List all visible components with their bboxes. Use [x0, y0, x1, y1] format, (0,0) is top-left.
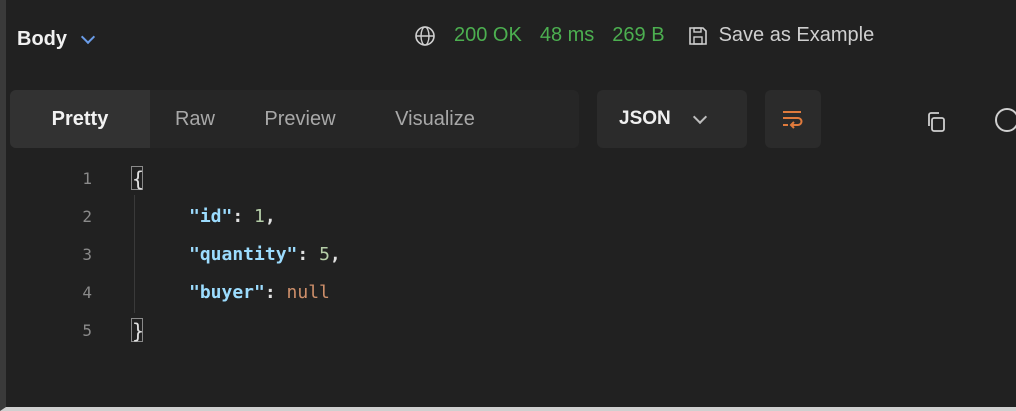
code-line: 1 {: [6, 160, 1016, 198]
status-code[interactable]: 200 OK: [454, 24, 522, 47]
chevron-down-icon: [692, 109, 707, 124]
line-number: 4: [82, 283, 92, 302]
save-icon[interactable]: [687, 25, 709, 47]
code-line: 4 "buyer": null: [6, 274, 1016, 312]
json-entry: "quantity": 5,: [189, 244, 341, 265]
json-entry: "id": 1,: [189, 206, 276, 227]
format-dropdown[interactable]: JSON: [597, 90, 747, 148]
line-number: 5: [82, 321, 92, 340]
close-brace: }: [132, 319, 145, 343]
code-line: 5 }: [6, 312, 1016, 350]
response-panel: Body 200 OK 48 ms 269 B Save as Example …: [0, 0, 1016, 411]
body-label: Body: [17, 28, 67, 50]
tab-pretty[interactable]: Pretty: [10, 90, 150, 148]
line-number: 2: [82, 207, 92, 226]
line-number: 1: [82, 169, 92, 188]
chevron-down-icon: [80, 29, 96, 45]
save-as-example-button[interactable]: Save as Example: [719, 24, 875, 47]
json-entry: "buyer": null: [189, 282, 330, 303]
format-label: JSON: [619, 108, 671, 129]
copy-icon[interactable]: [924, 110, 948, 134]
code-line: 3 "quantity": 5,: [6, 236, 1016, 274]
code-line: 2 "id": 1,: [6, 198, 1016, 236]
response-body[interactable]: 1 { 2 "id": 1, 3 "quantity": 5, 4 "buyer…: [6, 160, 1016, 350]
wrap-lines-button[interactable]: [765, 90, 821, 148]
tab-visualize[interactable]: Visualize: [360, 90, 510, 148]
tab-raw[interactable]: Raw: [150, 90, 240, 148]
response-time[interactable]: 48 ms: [540, 24, 594, 47]
search-icon[interactable]: [990, 106, 1016, 138]
response-toolbar: Body 200 OK 48 ms 269 B Save as Example: [6, 0, 1016, 86]
tab-preview[interactable]: Preview: [240, 90, 360, 148]
body-dropdown[interactable]: Body: [17, 28, 96, 51]
open-brace: {: [132, 167, 145, 191]
response-status: 200 OK 48 ms 269 B Save as Example: [414, 24, 874, 47]
globe-icon[interactable]: [414, 25, 436, 47]
response-size[interactable]: 269 B: [612, 24, 664, 47]
view-tabs: Pretty Raw Preview Visualize: [10, 90, 579, 148]
line-number: 3: [82, 245, 92, 264]
wrap-lines-icon: [783, 111, 803, 129]
